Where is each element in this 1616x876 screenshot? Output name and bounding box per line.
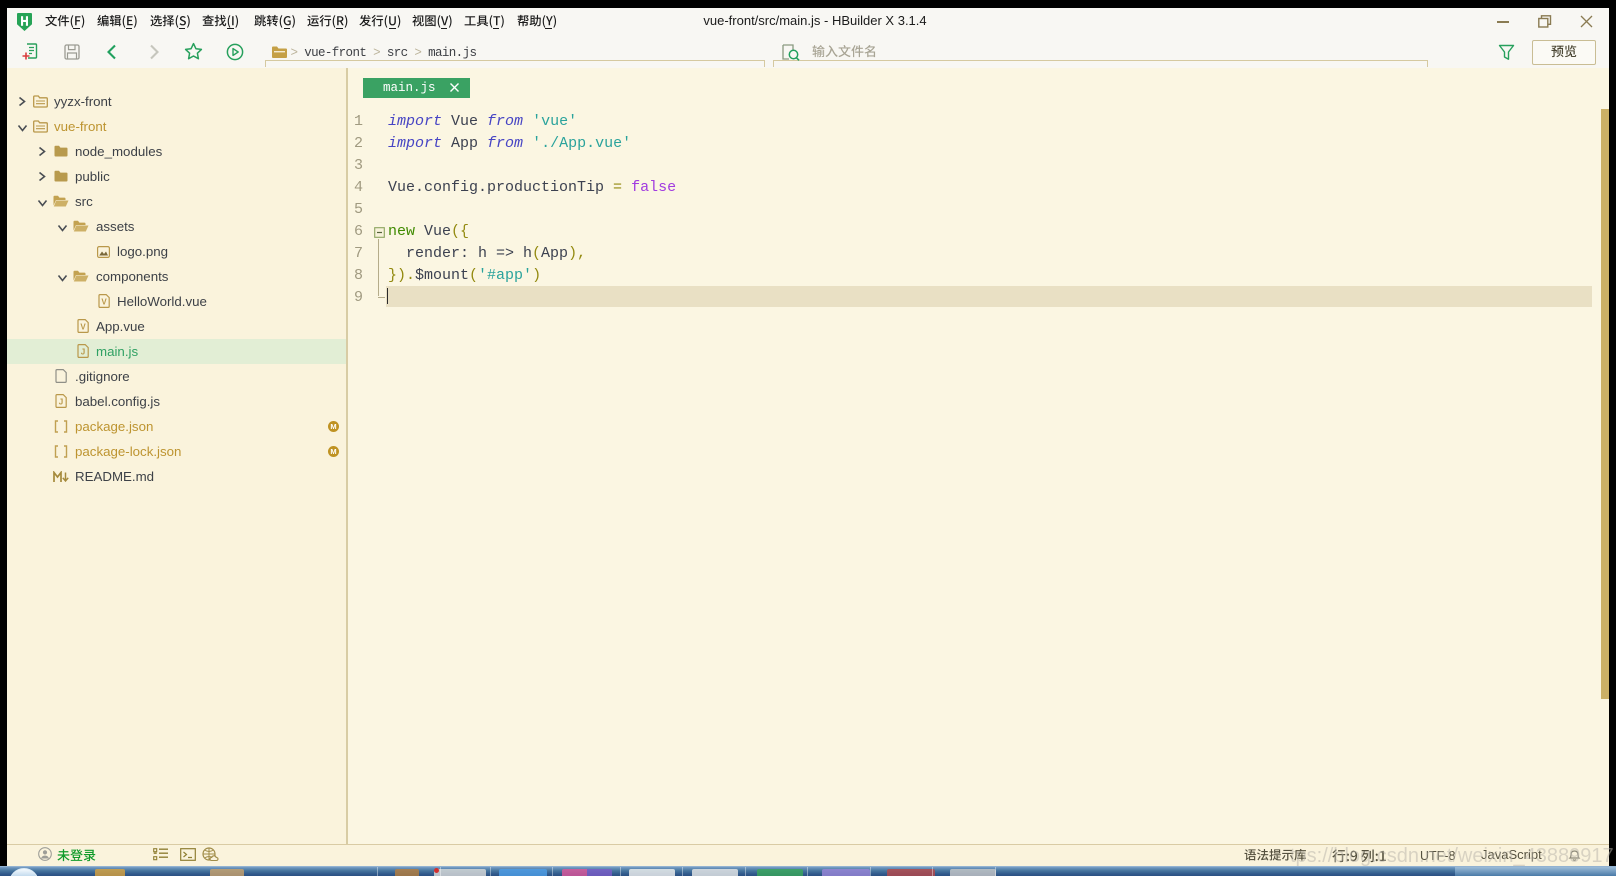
svg-text:J: J [59,398,63,407]
svg-text:J: J [81,348,85,357]
svg-text:V: V [101,298,107,307]
svg-text:V: V [80,323,86,332]
